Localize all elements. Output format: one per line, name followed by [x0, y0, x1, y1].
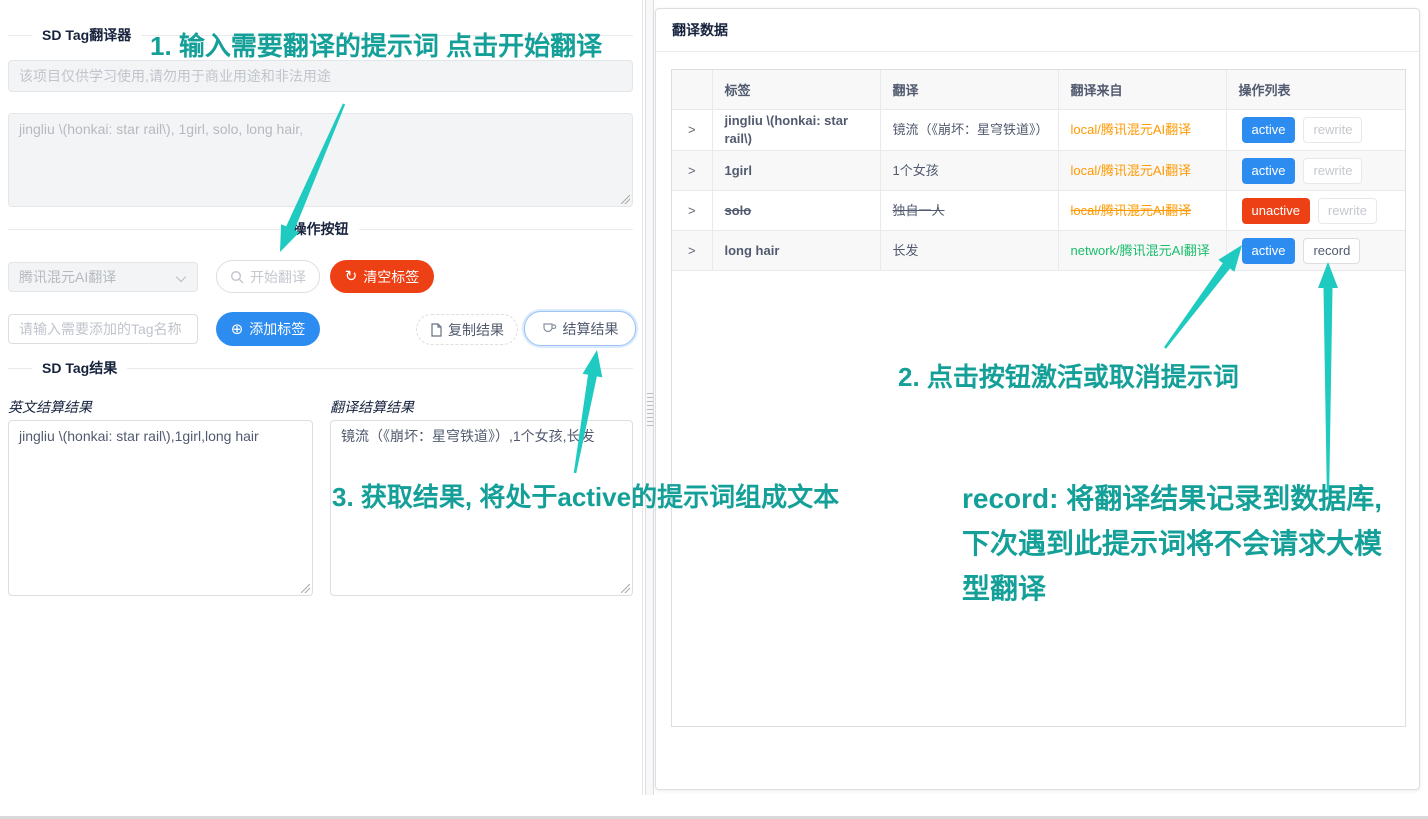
english-result-label: 英文结算结果 [8, 397, 92, 417]
plus-circle-icon: ⊕ [231, 322, 244, 337]
split-drag-handle[interactable] [645, 0, 654, 795]
active-button[interactable]: active [1242, 117, 1296, 143]
table-header-row: 标签翻译翻译来自操作列表 [672, 70, 1405, 110]
column-header: 操作列表 [1226, 70, 1405, 110]
pane-divider [642, 0, 643, 795]
cup-icon [542, 322, 557, 335]
source-cell: local/腾讯混元AI翻译 [1058, 151, 1226, 191]
start-translate-label: 开始翻译 [250, 267, 306, 287]
grip-icon [647, 393, 653, 427]
translator-pane: SD Tag翻译器 jingliu \(honkai: star rail\),… [0, 0, 640, 795]
engine-select-value: 腾讯混元AI翻译 [19, 267, 116, 287]
english-result-textarea[interactable]: jingliu \(honkai: star rail\),1girl,long… [8, 420, 313, 596]
add-tag-label: 添加标签 [249, 319, 305, 339]
add-tag-input[interactable] [8, 314, 198, 344]
divider-line [8, 368, 32, 369]
record-button[interactable]: record [1303, 238, 1360, 264]
translation-data-card: 翻译数据 标签翻译翻译来自操作列表 >jingliu \(honkai: sta… [655, 8, 1420, 790]
clear-tags-label: 清空标签 [363, 267, 419, 287]
source-cell: local/腾讯混元AI翻译 [1058, 191, 1226, 231]
table-row: >1girl1个女孩local/腾讯混元AI翻译 active rewrite [672, 151, 1405, 191]
actions-cell: active rewrite [1226, 110, 1405, 151]
results-section-divider: SD Tag结果 [8, 358, 633, 378]
column-header: 标签 [712, 70, 880, 110]
rewrite-button: rewrite [1303, 117, 1362, 143]
copy-result-label: 复制结果 [448, 320, 504, 340]
engine-select[interactable]: 腾讯混元AI翻译 [8, 262, 198, 292]
table-row: >long hair长发network/腾讯混元AI翻译 active record [672, 231, 1405, 271]
translation-cell: 独自一人 [880, 191, 1058, 231]
column-header [672, 70, 712, 110]
add-tag-button[interactable]: ⊕ 添加标签 [216, 312, 320, 346]
settle-result-button[interactable]: 结算结果 [524, 311, 636, 346]
translation-cell: 1个女孩 [880, 151, 1058, 191]
copy-result-button[interactable]: 复制结果 [416, 314, 518, 345]
table-row: >solo独自一人local/腾讯混元AI翻译 unactive rewrite [672, 191, 1405, 231]
source-cell: local/腾讯混元AI翻译 [1058, 110, 1226, 151]
translation-table: 标签翻译翻译来自操作列表 >jingliu \(honkai: star rai… [671, 69, 1406, 727]
divider-line [8, 229, 283, 230]
expand-row-icon[interactable]: > [672, 151, 712, 191]
rewrite-button: rewrite [1318, 198, 1377, 224]
record-note-line: 下次遇到此提示词将不会请求大模 [962, 521, 1382, 566]
actions-divider: 操作按钮 [8, 219, 633, 239]
expand-row-icon[interactable]: > [672, 231, 712, 271]
tag-cell: jingliu \(honkai: star rail\) [712, 110, 880, 151]
divider-line [359, 229, 634, 230]
unactive-button[interactable]: unactive [1242, 198, 1310, 224]
notice-input[interactable] [8, 60, 633, 92]
actions-cell: unactive rewrite [1226, 191, 1405, 231]
translation-cell: 长发 [880, 231, 1058, 271]
actions-cell: active record [1226, 231, 1405, 271]
translator-section-title: SD Tag翻译器 [32, 25, 141, 45]
start-translate-button[interactable]: 开始翻译 [216, 260, 320, 293]
translation-table-body: >jingliu \(honkai: star rail\)镜流（《崩坏：星穹铁… [672, 110, 1405, 271]
chevron-down-icon [176, 272, 186, 282]
settle-result-label: 结算结果 [563, 319, 619, 339]
tags-textarea[interactable]: jingliu \(honkai: star rail\), 1girl, so… [8, 113, 633, 207]
record-note-line: record: 将翻译结果记录到数据库, [962, 476, 1382, 521]
column-header: 翻译 [880, 70, 1058, 110]
annotation-step1: 1. 输入需要翻译的提示词 点击开始翻译 [150, 26, 602, 63]
active-button[interactable]: active [1242, 158, 1296, 184]
tag-cell: long hair [712, 231, 880, 271]
clear-tags-button[interactable]: ↻ 清空标签 [330, 260, 434, 293]
record-note-line: 型翻译 [962, 566, 1382, 611]
translation-cell: 镜流（《崩坏：星穹铁道》） [880, 110, 1058, 151]
table-row: >jingliu \(honkai: star rail\)镜流（《崩坏：星穹铁… [672, 110, 1405, 151]
divider-line [127, 368, 633, 369]
tag-cell: solo [712, 191, 880, 231]
column-header: 翻译来自 [1058, 70, 1226, 110]
actions-divider-label: 操作按钮 [283, 219, 359, 239]
refresh-icon: ↻ [345, 269, 358, 284]
tag-cell: 1girl [712, 151, 880, 191]
results-section-title: SD Tag结果 [32, 358, 127, 378]
active-button[interactable]: active [1242, 238, 1296, 264]
annotation-step3: 3. 获取结果, 将处于active的提示词组成文本 [332, 477, 839, 514]
translated-result-label: 翻译结算结果 [330, 397, 414, 417]
divider-line [8, 35, 32, 36]
search-icon [230, 270, 244, 284]
annotation-record-note: record: 将翻译结果记录到数据库,下次遇到此提示词将不会请求大模型翻译 [962, 476, 1382, 611]
source-cell: network/腾讯混元AI翻译 [1058, 231, 1226, 271]
expand-row-icon[interactable]: > [672, 110, 712, 151]
card-title: 翻译数据 [656, 9, 1419, 52]
expand-row-icon[interactable]: > [672, 191, 712, 231]
rewrite-button: rewrite [1303, 158, 1362, 184]
annotation-step2: 2. 点击按钮激活或取消提示词 [898, 357, 1239, 394]
document-icon [430, 323, 442, 337]
actions-cell: active rewrite [1226, 151, 1405, 191]
